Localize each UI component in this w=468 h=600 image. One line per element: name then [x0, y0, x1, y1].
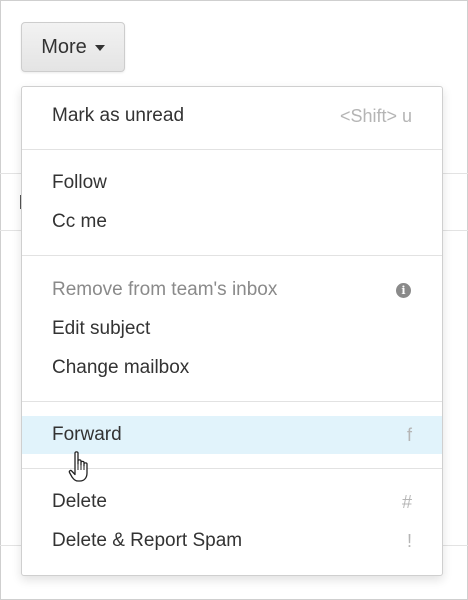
shortcut-hint: !	[406, 530, 412, 551]
menu-item-label: Delete	[52, 491, 107, 512]
shortcut-hint: f	[406, 424, 412, 445]
menu-item-delete[interactable]: Delete #	[22, 483, 442, 521]
menu-item-delete-and-report-spam[interactable]: Delete & Report Spam !	[22, 522, 442, 560]
menu-item-change-mailbox[interactable]: Change mailbox	[22, 349, 442, 387]
more-button[interactable]: More	[21, 22, 125, 72]
shortcut-hint: #	[401, 491, 412, 512]
menu-item-mark-as-unread[interactable]: Mark as unread <Shift> u	[22, 97, 442, 135]
caret-down-icon	[94, 45, 105, 51]
menu-divider	[22, 255, 442, 256]
menu-item-label: Cc me	[52, 211, 107, 232]
menu-divider	[22, 149, 442, 150]
menu-item-label: Mark as unread	[52, 105, 185, 126]
menu-item-cc-me[interactable]: Cc me	[22, 203, 442, 241]
more-button-label: More	[41, 35, 87, 58]
menu-item-label: Remove from team's inbox	[52, 279, 278, 300]
menu-item-label: Forward	[52, 424, 122, 445]
more-dropdown-menu: Mark as unread <Shift> u Follow Cc me Re…	[21, 86, 443, 576]
menu-divider	[22, 401, 442, 402]
menu-item-remove-from-team-inbox: Remove from team's inbox i	[22, 271, 442, 309]
info-icon[interactable]: i	[396, 282, 411, 298]
menu-item-forward[interactable]: Forward f	[22, 416, 442, 454]
menu-item-follow[interactable]: Follow	[22, 164, 442, 202]
menu-item-label: Edit subject	[52, 318, 151, 339]
menu-item-label: Delete & Report Spam	[52, 530, 243, 551]
menu-item-edit-subject[interactable]: Edit subject	[22, 310, 442, 348]
menu-item-label: Change mailbox	[52, 357, 190, 378]
shortcut-hint: <Shift> u	[339, 105, 412, 126]
hand-pointer-cursor-icon	[68, 451, 88, 482]
menu-item-label: Follow	[52, 172, 107, 193]
